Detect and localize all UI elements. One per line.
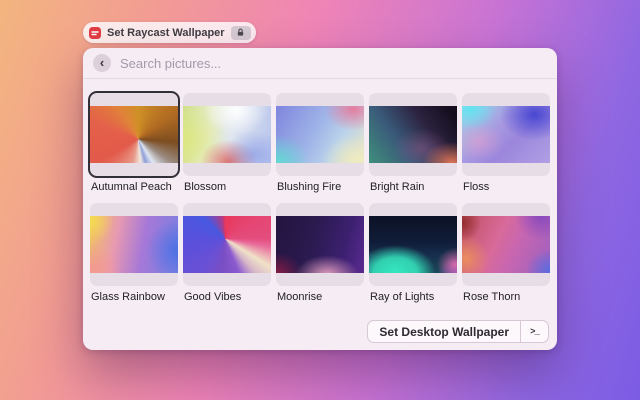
wallpaper-item[interactable]: Moonrise xyxy=(276,203,364,303)
wallpaper-thumbnail xyxy=(90,106,178,163)
wallpaper-grid: Autumnal Peach Blossom Blushing Fire Bri… xyxy=(83,79,557,303)
search-header: ‹ xyxy=(83,48,557,79)
wallpaper-name: Blushing Fire xyxy=(276,181,364,193)
wallpaper-item[interactable]: Good Vibes xyxy=(183,203,271,303)
wallpaper-item[interactable]: Autumnal Peach xyxy=(90,93,178,193)
wallpaper-name: Blossom xyxy=(183,181,271,193)
wallpaper-name: Floss xyxy=(462,181,550,193)
wallpaper-item[interactable]: Bright Rain xyxy=(369,93,457,193)
wallpaper-thumbnail xyxy=(276,216,364,273)
wallpaper-item[interactable]: Blushing Fire xyxy=(276,93,364,193)
wallpaper-thumbnail xyxy=(369,106,457,163)
wallpaper-card xyxy=(462,93,550,176)
wallpaper-name: Bright Rain xyxy=(369,181,457,193)
wallpaper-thumbnail xyxy=(369,216,457,273)
wallpaper-item[interactable]: Rose Thorn xyxy=(462,203,550,303)
wallpaper-card xyxy=(276,93,364,176)
raycast-window: ‹ Autumnal Peach Blossom Blushing Fire B… xyxy=(83,48,557,350)
lock-icon xyxy=(236,28,245,37)
set-desktop-wallpaper-button[interactable]: Set Desktop Wallpaper xyxy=(368,321,520,342)
desktop-background: Set Raycast Wallpaper ‹ Autumnal Peach B… xyxy=(0,0,640,400)
wallpaper-thumbnail xyxy=(276,106,364,163)
primary-action-group: Set Desktop Wallpaper >_ xyxy=(367,320,549,343)
wallpaper-thumbnail xyxy=(90,216,178,273)
wallpaper-name: Autumnal Peach xyxy=(90,181,178,193)
wallpaper-name: Moonrise xyxy=(276,291,364,303)
lock-badge xyxy=(231,26,251,40)
wallpaper-card xyxy=(90,93,178,176)
window-footer: Set Desktop Wallpaper >_ xyxy=(367,320,549,343)
shortcut-key-terminal-icon[interactable]: >_ xyxy=(521,321,548,342)
wallpaper-item[interactable]: Floss xyxy=(462,93,550,193)
wallpaper-item[interactable]: Blossom xyxy=(183,93,271,193)
wallpaper-card xyxy=(90,203,178,286)
back-button[interactable]: ‹ xyxy=(93,54,111,72)
wallpaper-name: Ray of Lights xyxy=(369,291,457,303)
wallpaper-item[interactable]: Glass Rainbow xyxy=(90,203,178,303)
wallpaper-card xyxy=(462,203,550,286)
wallpaper-card xyxy=(183,93,271,176)
search-input[interactable] xyxy=(120,56,547,71)
wallpaper-name: Rose Thorn xyxy=(462,291,550,303)
wallpaper-card xyxy=(276,203,364,286)
raycast-wallpaper-icon xyxy=(89,27,101,39)
command-pill[interactable]: Set Raycast Wallpaper xyxy=(83,22,256,43)
wallpaper-thumbnail xyxy=(462,106,550,163)
wallpaper-thumbnail xyxy=(183,106,271,163)
wallpaper-name: Glass Rainbow xyxy=(90,291,178,303)
wallpaper-card xyxy=(183,203,271,286)
command-title: Set Raycast Wallpaper xyxy=(107,27,225,39)
wallpaper-thumbnail xyxy=(183,216,271,273)
wallpaper-item[interactable]: Ray of Lights xyxy=(369,203,457,303)
wallpaper-thumbnail xyxy=(462,216,550,273)
wallpaper-card xyxy=(369,93,457,176)
wallpaper-card xyxy=(369,203,457,286)
wallpaper-name: Good Vibes xyxy=(183,291,271,303)
